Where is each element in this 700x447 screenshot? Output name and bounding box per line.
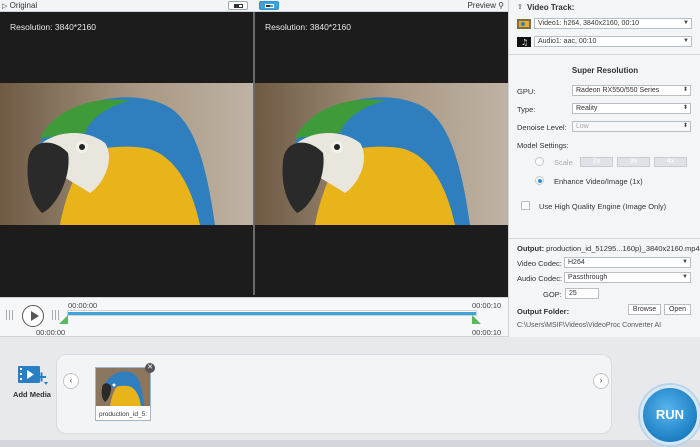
grip-right-icon bbox=[52, 310, 60, 320]
chevron-down-icon: ▼ bbox=[683, 38, 689, 44]
output-label: Output: bbox=[517, 244, 545, 253]
audio-codec-label: Audio Codec: bbox=[517, 274, 563, 283]
trim-start-marker[interactable] bbox=[59, 315, 68, 324]
preview-area: ▷ Original Preview ⚲ Resolution: 3840*21… bbox=[0, 0, 508, 297]
scroll-right-button[interactable]: › bbox=[593, 373, 609, 389]
timeline: 00:00:00 00:00:00 00:00:10 00:00:10 bbox=[0, 297, 508, 337]
remove-media-button[interactable]: ✕ bbox=[145, 363, 155, 373]
output-filename[interactable]: production_id_51295...160p)_3840x2160.mp… bbox=[546, 244, 699, 253]
chevron-left-icon: ‹ bbox=[69, 375, 73, 385]
output-folder-path[interactable]: C:\Users\MSIF\Videos\VideoProc Converter… bbox=[517, 322, 661, 329]
chevron-updown-icon: ⬍ bbox=[682, 123, 688, 129]
media-thumbnail[interactable]: ✕ production_id_5: bbox=[95, 363, 155, 421]
original-tab[interactable]: ▷ Original bbox=[2, 1, 37, 10]
scroll-left-button[interactable]: ‹ bbox=[63, 373, 79, 389]
type-label: Type: bbox=[517, 105, 536, 114]
preview-resolution: Resolution: 3840*2160 bbox=[265, 22, 352, 32]
type-select[interactable]: Reality ⬍ bbox=[572, 103, 691, 114]
status-strip bbox=[0, 440, 700, 447]
play-button[interactable] bbox=[22, 305, 44, 327]
model-settings-label: Model Settings: bbox=[517, 141, 569, 150]
gop-input[interactable]: 25 bbox=[565, 288, 599, 299]
scale-3x-button[interactable]: 3x bbox=[617, 157, 650, 167]
chevron-down-icon: ▼ bbox=[682, 274, 688, 280]
hq-engine-checkbox[interactable] bbox=[521, 201, 530, 210]
chevron-right-icon: › bbox=[599, 375, 603, 385]
gpu-label: GPU: bbox=[517, 87, 536, 96]
split-view-icon bbox=[234, 4, 243, 8]
divider bbox=[509, 54, 700, 55]
video-track-title: Video Track: bbox=[527, 3, 575, 12]
play-small-icon: ▷ bbox=[2, 3, 8, 10]
preview-toolbar: ▷ Original Preview ⚲ bbox=[0, 0, 508, 12]
magnifier-icon: ⚲ bbox=[498, 1, 504, 10]
original-resolution: Resolution: 3840*2160 bbox=[10, 22, 97, 32]
audio-codec-select[interactable]: Passthrough ▼ bbox=[564, 272, 691, 283]
media-bar: Add Media ‹ › ✕ production_id_5: RUN bbox=[0, 337, 700, 447]
grip-left-icon bbox=[6, 310, 14, 320]
open-button[interactable]: Open bbox=[664, 304, 691, 315]
start-time-bottom: 00:00:00 bbox=[36, 328, 66, 337]
gop-label: GOP: bbox=[543, 290, 562, 299]
scale-label: Scale bbox=[554, 158, 573, 167]
denoise-label: Denoise Level: bbox=[517, 123, 567, 132]
enhance-radio[interactable] bbox=[535, 176, 544, 185]
output-row: Output: production_id_51295...160p)_3840… bbox=[517, 244, 700, 253]
scale-2x-button[interactable]: 2x bbox=[580, 157, 613, 167]
music-icon: ♫ bbox=[517, 37, 531, 47]
parrot-image bbox=[0, 83, 253, 225]
parrot-image bbox=[255, 83, 508, 225]
video-codec-select[interactable]: H264 ▼ bbox=[564, 257, 691, 268]
settings-panel: Video Track: ⇧ Video1: h264, 3840x2160, … bbox=[508, 0, 700, 337]
chevron-updown-icon: ⬍ bbox=[682, 105, 688, 111]
scale-radio[interactable] bbox=[535, 157, 544, 166]
original-pane: Resolution: 3840*2160 bbox=[0, 12, 253, 295]
trim-end-marker[interactable] bbox=[472, 315, 481, 324]
output-folder-label: Output Folder: bbox=[517, 307, 570, 316]
divider bbox=[509, 238, 700, 239]
hq-engine-label: Use High Quality Engine (Image Only) bbox=[539, 202, 667, 211]
film-add-icon bbox=[18, 366, 48, 385]
preview-tab[interactable]: Preview ⚲ bbox=[467, 1, 504, 10]
preview-pane: Resolution: 3840*2160 bbox=[255, 12, 508, 295]
audio-track-select[interactable]: Audio1: aac, 00:10 ▼ bbox=[534, 36, 692, 47]
browse-button[interactable]: Browse bbox=[628, 304, 661, 315]
super-resolution-title: Super Resolution bbox=[571, 66, 639, 75]
export-icon: ⇧ bbox=[517, 4, 523, 11]
svg-text:♫: ♫ bbox=[521, 38, 528, 47]
split-view-button[interactable] bbox=[228, 1, 248, 10]
add-media-button[interactable]: Add Media bbox=[10, 364, 54, 399]
end-time-bottom: 00:00:10 bbox=[472, 328, 502, 337]
start-time-top: 00:00:00 bbox=[68, 301, 98, 310]
side-by-side-icon bbox=[265, 4, 274, 8]
video-track-select[interactable]: Video1: h264, 3840x2160, 00:10 ▼ bbox=[534, 18, 692, 29]
gpu-select[interactable]: Radeon RX550/550 Series ⬍ bbox=[572, 85, 691, 96]
thumbnail-image bbox=[96, 368, 150, 406]
chevron-updown-icon: ⬍ bbox=[682, 87, 688, 93]
chevron-down-icon: ▼ bbox=[682, 259, 688, 265]
side-by-side-button[interactable] bbox=[259, 1, 279, 10]
timeline-track[interactable] bbox=[67, 310, 477, 316]
end-time-top: 00:00:10 bbox=[472, 301, 502, 310]
thumbnail-name: production_id_5: bbox=[98, 411, 148, 418]
enhance-label: Enhance Video/Image (1x) bbox=[554, 177, 643, 186]
denoise-select[interactable]: Low ⬍ bbox=[572, 121, 691, 132]
chevron-down-icon: ▼ bbox=[683, 20, 689, 26]
run-button[interactable]: RUN bbox=[640, 385, 700, 445]
timeline-progress bbox=[68, 312, 476, 315]
video-codec-label: Video Codec: bbox=[517, 259, 562, 268]
film-icon bbox=[517, 19, 531, 29]
scale-4x-button[interactable]: 4x bbox=[654, 157, 687, 167]
